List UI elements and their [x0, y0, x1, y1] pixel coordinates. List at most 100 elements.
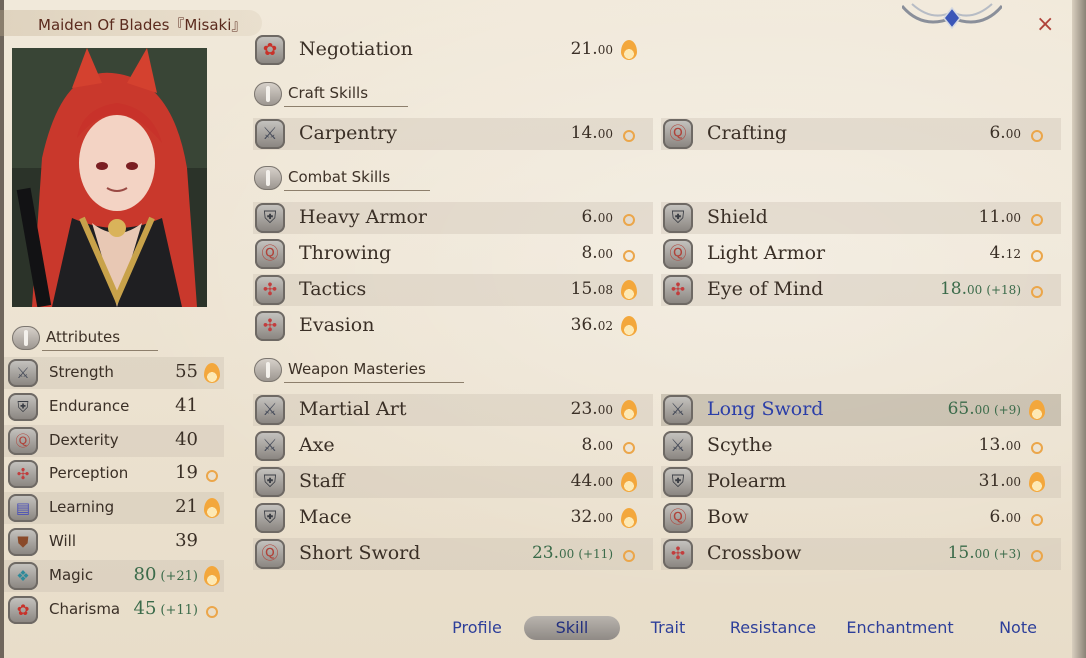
- skill-name: Polearm: [707, 470, 787, 492]
- skill-value-integer: 13.: [978, 435, 1006, 455]
- attribute-value-number: 40: [175, 428, 198, 450]
- skill-flame-icon: [621, 40, 637, 60]
- attribute-row-charisma[interactable]: ✿ Charisma 45 (+11): [4, 594, 224, 626]
- skill-value: 65.00 (+9): [948, 399, 1021, 419]
- skill-name: Long Sword: [707, 398, 824, 420]
- craft-skills-header-icon: [254, 82, 282, 106]
- book-icon-glyph: ▤: [15, 499, 31, 518]
- skill-value-integer: 36.: [570, 315, 598, 335]
- attribute-potential: [202, 397, 222, 419]
- skill-value-integer: 15.: [947, 543, 975, 563]
- attribute-row-learning[interactable]: ▤ Learning 21: [4, 492, 224, 525]
- skill-row-evasion[interactable]: ✣ Evasion 36.02: [253, 310, 653, 342]
- skill-name: Staff: [299, 470, 345, 492]
- skill-row-staff[interactable]: ⛨ Staff 44.00: [253, 466, 653, 498]
- skill-value: 36.02: [571, 315, 613, 335]
- skill-row-negotiation[interactable]: ✿ Negotiation 21.00: [253, 34, 653, 66]
- skill-value: 15.08: [571, 279, 613, 299]
- attribute-value: 80 (+21): [124, 564, 198, 585]
- skill-potential: [619, 508, 639, 530]
- skill-row-heavy-armor[interactable]: ⛨ Heavy Armor 6.00: [253, 202, 653, 234]
- attribute-row-magic[interactable]: ❖ Magic 80 (+21): [4, 559, 224, 592]
- crossed-swords-icon-glyph: ⚔: [262, 124, 278, 144]
- tab-trait[interactable]: Trait: [634, 616, 702, 640]
- armor-icon-glyph: ⛨: [671, 472, 685, 492]
- skill-row-long-sword[interactable]: ⚔ Long Sword 65.00 (+9): [661, 394, 1061, 426]
- magic-icon: ❖: [8, 561, 38, 590]
- combat-skills-header-icon: [254, 166, 282, 190]
- skill-row-tactics[interactable]: ✣ Tactics 15.08: [253, 274, 653, 306]
- attribute-name: Learning: [49, 498, 115, 517]
- skill-potential: [1027, 400, 1047, 422]
- skill-row-mace[interactable]: ⛨ Mace 32.00: [253, 502, 653, 534]
- skill-value-decimal: 00: [597, 439, 613, 453]
- skill-potential: [1027, 280, 1047, 302]
- attribute-value-number: 19: [175, 462, 198, 484]
- tab-enchantment[interactable]: Enchantment: [840, 616, 960, 640]
- weapon-masteries-header-icon: [254, 358, 282, 382]
- skill-potential-icon: [1031, 514, 1043, 526]
- attributes-header-icon: [12, 326, 40, 350]
- tab-skill[interactable]: Skill: [524, 616, 620, 640]
- skill-row-shield[interactable]: ⛨ Shield 11.00: [661, 202, 1061, 234]
- perception-icon-glyph: ✣: [670, 544, 686, 564]
- skill-value: 23.00 (+11): [532, 543, 613, 563]
- skill-row-light-armor[interactable]: Ⓠ Light Armor 4.12: [661, 238, 1061, 270]
- skill-value-decimal: 00: [1005, 475, 1021, 489]
- skill-row-carpentry[interactable]: ⚔ Carpentry 14.00: [253, 118, 653, 150]
- perception-icon-glyph: ✣: [670, 280, 686, 300]
- attribute-bonus: (+11): [160, 602, 198, 618]
- skill-potential-icon: [623, 130, 635, 142]
- armor-icon: ⛨: [8, 392, 38, 421]
- tab-note[interactable]: Note: [986, 616, 1050, 640]
- skill-flame-icon: [621, 508, 637, 528]
- charisma-icon: ✿: [8, 595, 38, 624]
- close-button[interactable]: ×: [1036, 12, 1054, 37]
- attribute-row-perception[interactable]: ✣ Perception 19: [4, 458, 224, 490]
- skill-row-scythe[interactable]: ⚔ Scythe 13.00: [661, 430, 1061, 462]
- skill-potential: [1027, 124, 1047, 146]
- skill-row-martial-art[interactable]: ⚔ Martial Art 23.00: [253, 394, 653, 426]
- dexterity-icon: Ⓠ: [663, 239, 693, 269]
- attribute-row-endurance[interactable]: ⛨ Endurance 41: [4, 391, 224, 423]
- attribute-value: 45 (+11): [124, 598, 198, 619]
- skill-value-decimal: 00: [559, 547, 575, 561]
- skill-potential-icon: [623, 214, 635, 226]
- skill-potential-icon: [1031, 214, 1043, 226]
- skill-potential: [619, 244, 639, 266]
- skill-row-bow[interactable]: Ⓠ Bow 6.00: [661, 502, 1061, 534]
- perception-icon-glyph: ✣: [16, 465, 30, 484]
- attribute-row-strength[interactable]: ⚔ Strength 55: [4, 357, 224, 389]
- attribute-row-dexterity[interactable]: Ⓠ Dexterity 40: [4, 424, 224, 457]
- skill-value-decimal: 00: [597, 247, 613, 261]
- attribute-name: Strength: [49, 363, 114, 381]
- tab-resistance[interactable]: Resistance: [722, 616, 824, 640]
- attribute-flame-icon: [204, 498, 220, 519]
- skill-bonus: (+11): [578, 547, 613, 561]
- crossed-swords-icon-glyph: ⚔: [262, 400, 278, 420]
- attribute-name: Will: [49, 532, 77, 550]
- skill-value-decimal: 12: [1005, 247, 1021, 261]
- skill-row-crossbow[interactable]: ✣ Crossbow 15.00 (+3): [661, 538, 1061, 570]
- combat-skills-header: Combat Skills: [254, 166, 430, 191]
- skill-row-short-sword[interactable]: Ⓠ Short Sword 23.00 (+11): [253, 538, 653, 570]
- weapon-masteries-header: Weapon Masteries: [254, 358, 464, 383]
- skill-potential-icon: [1031, 550, 1043, 562]
- skill-row-throwing[interactable]: Ⓠ Throwing 8.00: [253, 238, 653, 270]
- skill-name: Carpentry: [299, 122, 398, 144]
- skill-row-polearm[interactable]: ⛨ Polearm 31.00: [661, 466, 1061, 498]
- attribute-potential-icon: [206, 470, 218, 483]
- dexterity-icon: Ⓠ: [663, 503, 693, 533]
- tab-profile[interactable]: Profile: [440, 616, 514, 640]
- skill-potential: [619, 124, 639, 146]
- attribute-value-number: 39: [175, 530, 198, 551]
- will-icon: ⛊: [8, 528, 38, 556]
- skill-value: 8.00: [581, 243, 613, 263]
- skill-row-crafting[interactable]: Ⓠ Crafting 6.00: [661, 118, 1061, 150]
- attribute-row-will[interactable]: ⛊ Will 39: [4, 526, 224, 558]
- skill-value-integer: 23.: [570, 399, 598, 419]
- skill-value-decimal: 00: [597, 211, 613, 225]
- skill-row-axe[interactable]: ⚔ Axe 8.00: [253, 430, 653, 462]
- skill-row-eye-of-mind[interactable]: ✣ Eye of Mind 18.00 (+18): [661, 274, 1061, 306]
- book-icon: ▤: [8, 494, 38, 523]
